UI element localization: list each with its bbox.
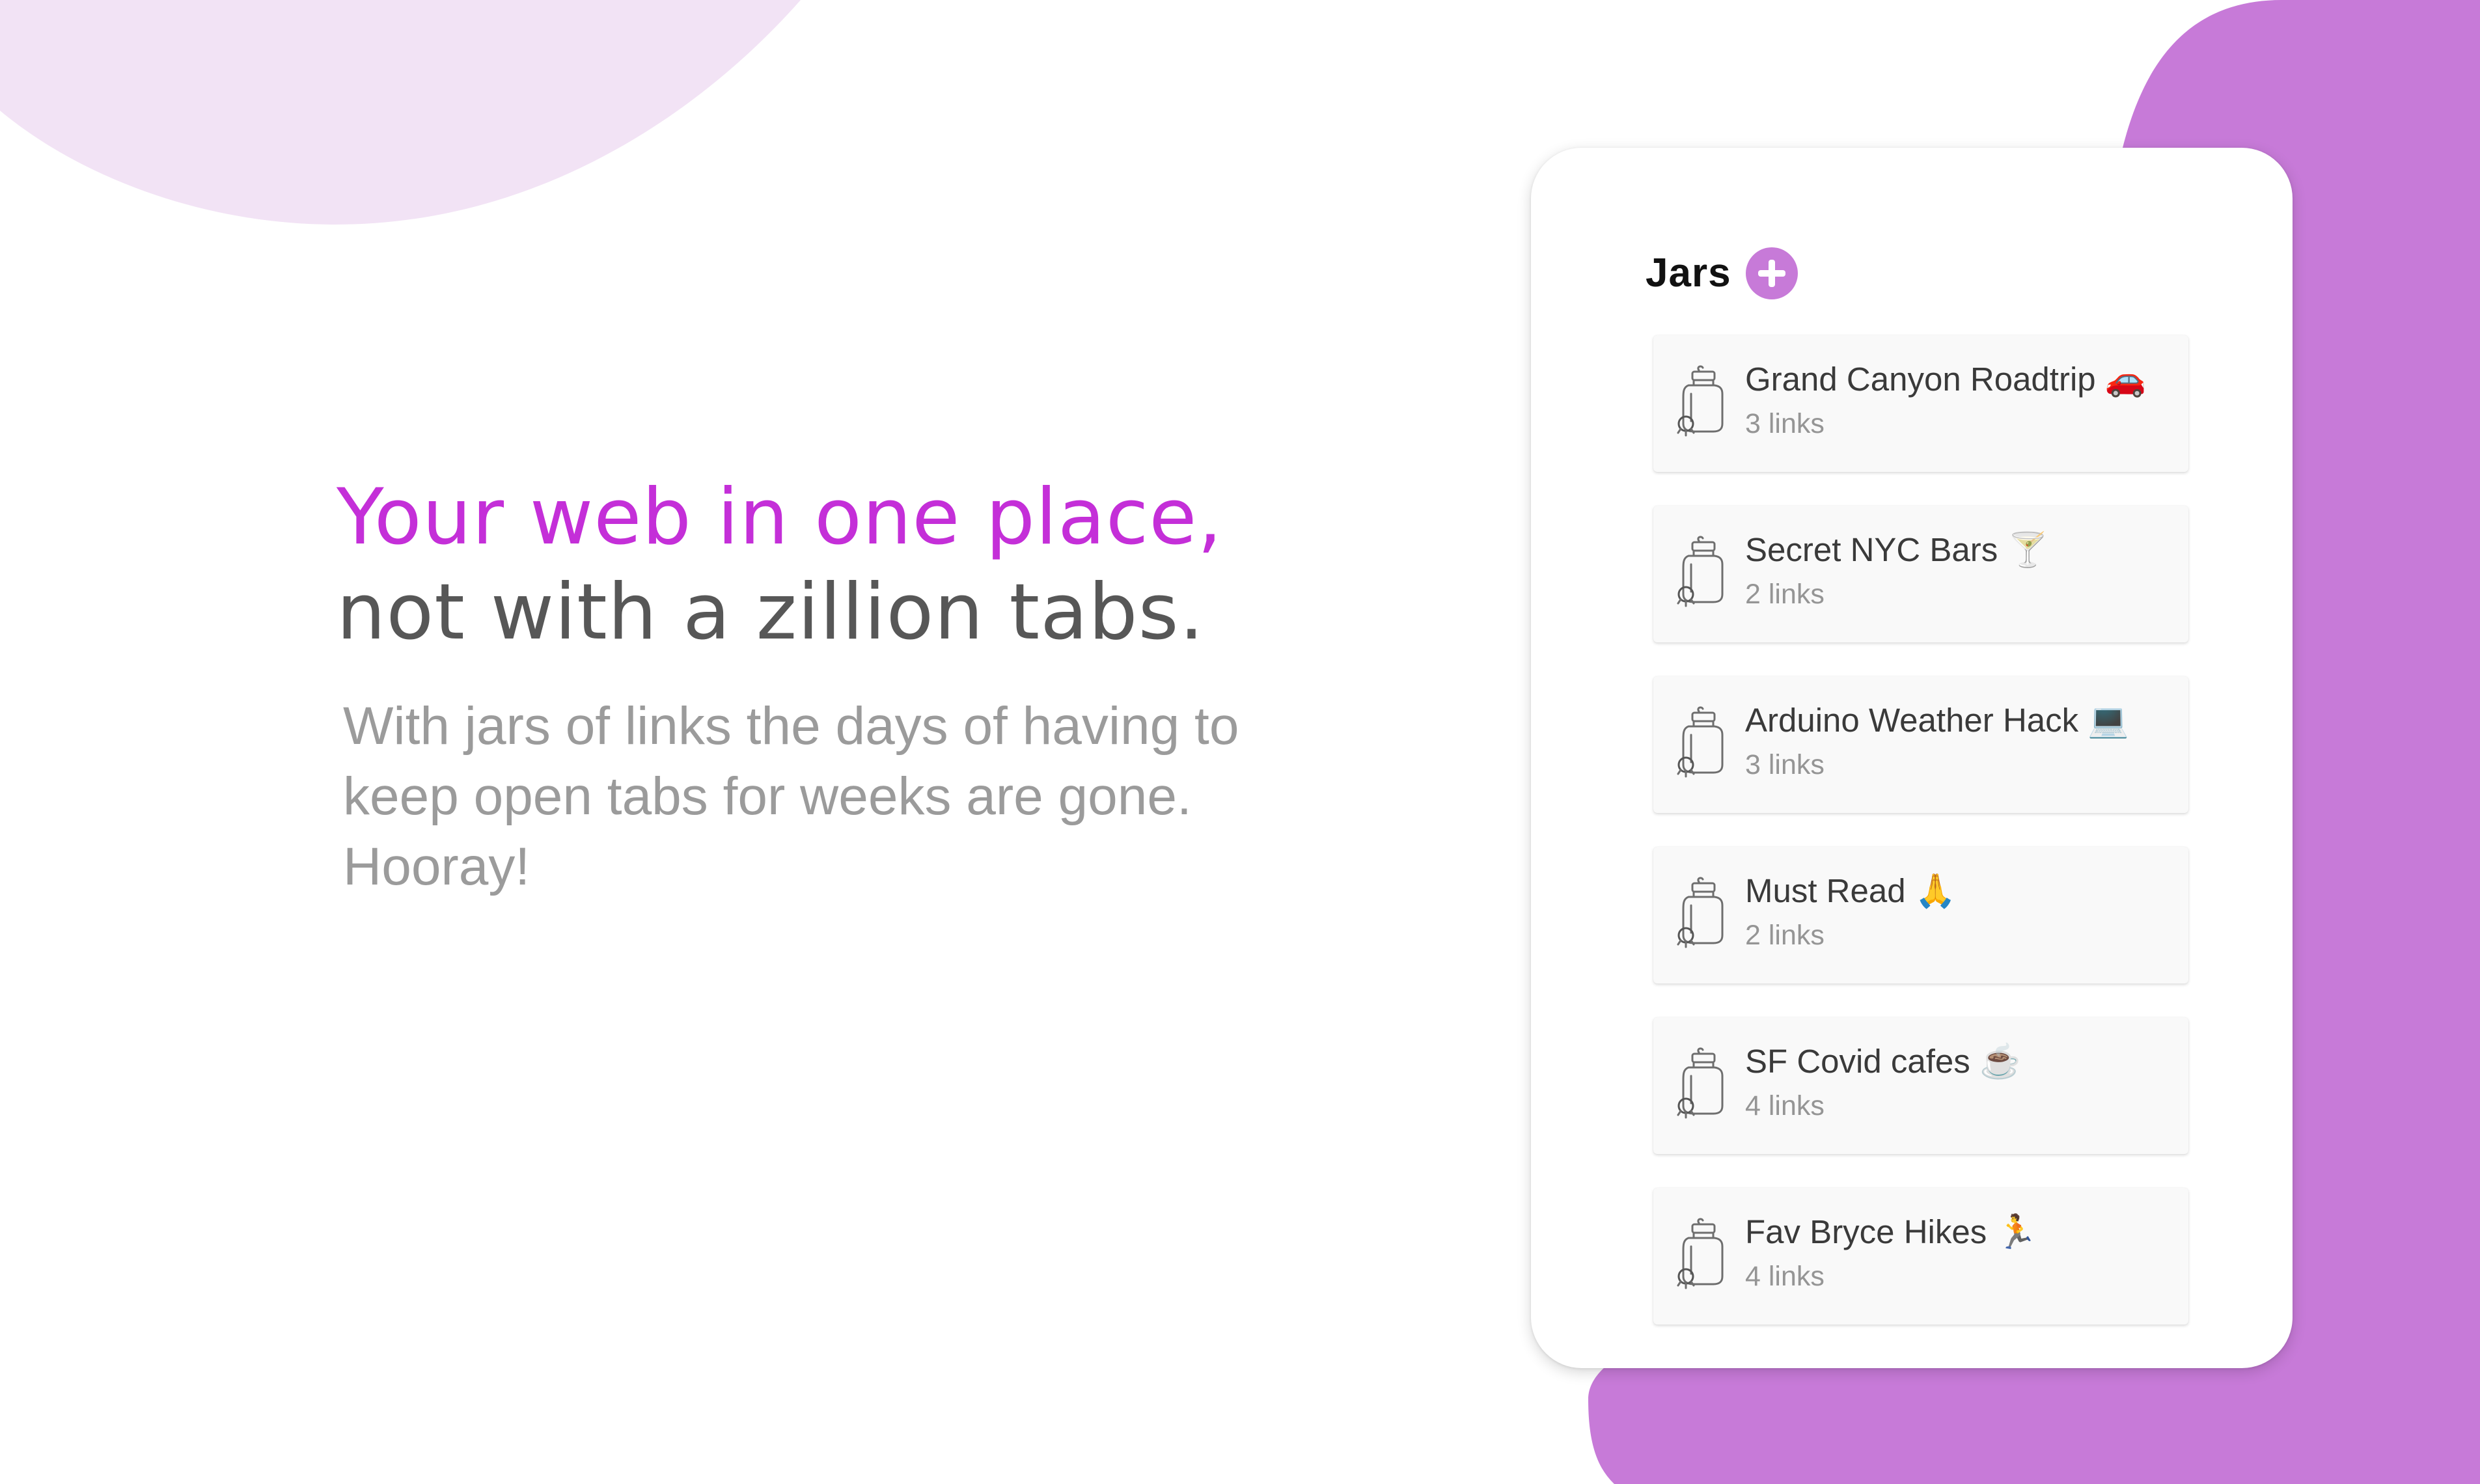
jar-name: Fav Bryce Hikes 🏃 xyxy=(1745,1213,2037,1250)
jar-icon xyxy=(1677,706,1724,778)
jar-link-count: 3 links xyxy=(1745,749,1825,780)
jar-icon xyxy=(1677,1047,1724,1119)
jar-link-count: 4 links xyxy=(1745,1261,1825,1292)
jar-item[interactable]: Must Read 🙏 2 links xyxy=(1653,847,2188,983)
hero-subtext: With jars of links the days of having to… xyxy=(343,696,1239,896)
jar-text: Grand Canyon Roadtrip 🚗 3 links xyxy=(1745,359,2169,442)
jar-text: Must Read 🙏 2 links xyxy=(1745,870,2169,954)
jars-panel-header: Jars xyxy=(1646,229,1798,317)
jar-link-count: 4 links xyxy=(1745,1090,1825,1121)
jar-icon xyxy=(1677,536,1724,607)
jar-link-count: 2 links xyxy=(1745,579,1825,610)
jar-text: Fav Bryce Hikes 🏃 4 links xyxy=(1745,1211,2169,1295)
decorative-blob-top-left-shape xyxy=(0,0,801,225)
hero-headline: Your web in one place, not with a zillio… xyxy=(337,470,1378,660)
jar-item[interactable]: Arduino Weather Hack 💻 3 links xyxy=(1653,676,2188,813)
jar-link-count: 3 links xyxy=(1745,408,1825,439)
jar-name: Secret NYC Bars 🍸 xyxy=(1745,531,2048,568)
jars-panel: Jars Grand Canyon Roadtrip 🚗 3 links Sec… xyxy=(1531,148,2293,1368)
jar-item[interactable]: Fav Bryce Hikes 🏃 4 links xyxy=(1653,1188,2188,1325)
jar-name: Grand Canyon Roadtrip 🚗 xyxy=(1745,361,2147,398)
add-jar-button[interactable] xyxy=(1745,247,1798,299)
hero-section: Your web in one place, not with a zillio… xyxy=(337,470,1378,902)
jar-name: Must Read 🙏 xyxy=(1745,872,1957,909)
jar-text: Arduino Weather Hack 💻 3 links xyxy=(1745,700,2169,783)
headline-accent-line: Your web in one place, xyxy=(337,473,1223,562)
jar-item[interactable]: SF Covid cafes ☕ 4 links xyxy=(1653,1017,2188,1154)
jar-name: SF Covid cafes ☕ xyxy=(1745,1043,2021,1080)
jar-name: Arduino Weather Hack 💻 xyxy=(1745,702,2129,739)
jar-link-count: 2 links xyxy=(1745,920,1825,951)
headline-secondary-line: not with a zillion tabs. xyxy=(337,568,1205,657)
jar-text: Secret NYC Bars 🍸 2 links xyxy=(1745,529,2169,612)
jar-item[interactable]: Secret NYC Bars 🍸 2 links xyxy=(1653,506,2188,642)
jar-text: SF Covid cafes ☕ 4 links xyxy=(1745,1041,2169,1124)
decorative-blob-top-left xyxy=(0,0,801,225)
jar-icon xyxy=(1677,1218,1724,1289)
jar-item[interactable]: Grand Canyon Roadtrip 🚗 3 links xyxy=(1653,335,2188,472)
jar-list: Grand Canyon Roadtrip 🚗 3 links Secret N… xyxy=(1653,335,2188,1358)
plus-circle-icon-vertical xyxy=(1768,259,1775,287)
jar-icon xyxy=(1677,877,1724,948)
jar-icon xyxy=(1677,365,1724,437)
jars-panel-title: Jars xyxy=(1646,251,1731,295)
